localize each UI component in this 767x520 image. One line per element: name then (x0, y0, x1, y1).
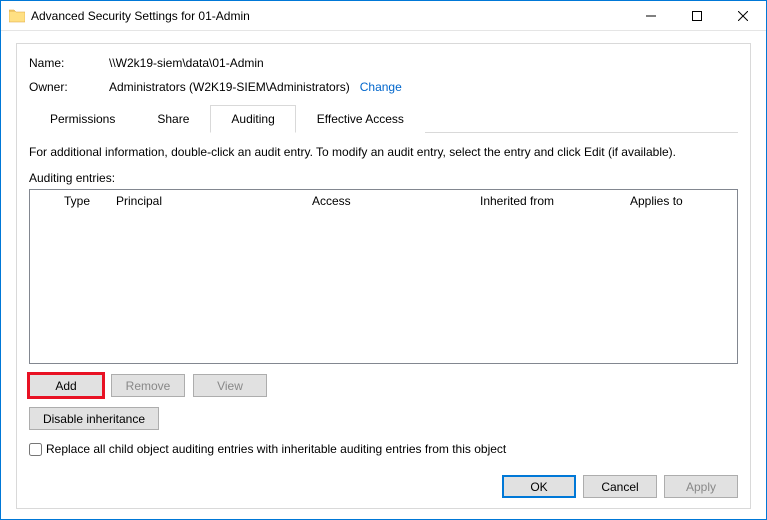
grid-header-blank[interactable] (30, 198, 58, 204)
remove-button[interactable]: Remove (111, 374, 185, 397)
help-text: For additional information, double-click… (29, 145, 738, 159)
window-controls (628, 1, 766, 31)
owner-label: Owner: (29, 80, 109, 94)
grid-header-applies[interactable]: Applies to (624, 191, 737, 211)
tab-effective-access[interactable]: Effective Access (296, 105, 425, 133)
main-fieldset: Name: \\W2k19-siem\data\01-Admin Owner: … (16, 43, 751, 509)
replace-entries-checkbox[interactable] (29, 443, 42, 456)
maximize-button[interactable] (674, 1, 720, 31)
grid-header-access[interactable]: Access (306, 191, 474, 211)
change-owner-link[interactable]: Change (360, 80, 402, 94)
minimize-button[interactable] (628, 1, 674, 31)
dialog-buttons: OK Cancel Apply (502, 475, 738, 498)
entries-label: Auditing entries: (29, 171, 738, 185)
cancel-button[interactable]: Cancel (583, 475, 657, 498)
tab-auditing[interactable]: Auditing (210, 105, 295, 133)
name-label: Name: (29, 56, 109, 70)
replace-entries-label: Replace all child object auditing entrie… (46, 442, 506, 456)
close-button[interactable] (720, 1, 766, 31)
disable-inheritance-button[interactable]: Disable inheritance (29, 407, 159, 430)
auditing-entries-grid[interactable]: Type Principal Access Inherited from App… (29, 189, 738, 364)
replace-entries-row[interactable]: Replace all child object auditing entrie… (29, 442, 738, 456)
window-title: Advanced Security Settings for 01-Admin (31, 9, 628, 23)
tab-permissions[interactable]: Permissions (29, 105, 136, 133)
ok-button[interactable]: OK (502, 475, 576, 498)
tab-strip: Permissions Share Auditing Effective Acc… (29, 104, 738, 133)
folder-icon (9, 9, 25, 23)
grid-header-principal[interactable]: Principal (110, 191, 306, 211)
view-button[interactable]: View (193, 374, 267, 397)
name-row: Name: \\W2k19-siem\data\01-Admin (29, 56, 738, 70)
grid-header-inherited[interactable]: Inherited from (474, 191, 624, 211)
dialog-content: Name: \\W2k19-siem\data\01-Admin Owner: … (1, 31, 766, 519)
titlebar: Advanced Security Settings for 01-Admin (1, 1, 766, 31)
owner-value: Administrators (W2K19-SIEM\Administrator… (109, 80, 350, 94)
tab-share[interactable]: Share (136, 105, 210, 133)
grid-header: Type Principal Access Inherited from App… (30, 190, 737, 212)
apply-button[interactable]: Apply (664, 475, 738, 498)
auditing-panel: For additional information, double-click… (29, 133, 738, 456)
entry-buttons: Add Remove View (29, 374, 738, 397)
owner-row: Owner: Administrators (W2K19-SIEM\Admini… (29, 80, 738, 94)
grid-header-type[interactable]: Type (58, 191, 110, 211)
add-button[interactable]: Add (29, 374, 103, 397)
name-value: \\W2k19-siem\data\01-Admin (109, 56, 264, 70)
